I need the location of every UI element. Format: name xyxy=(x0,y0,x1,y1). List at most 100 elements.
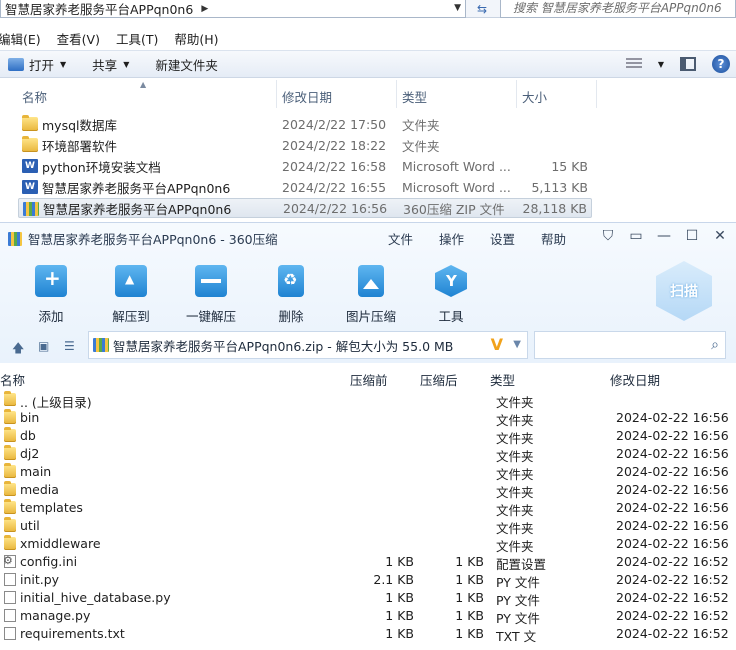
archive-item-size-before: 1 KB xyxy=(385,590,414,605)
file-date: 2024/2/22 17:50 xyxy=(282,116,387,132)
search-input[interactable]: 搜索 智慧居家养老服务平台APPqn0n6 xyxy=(500,0,736,18)
column-type[interactable]: 类型 xyxy=(402,87,427,106)
open-button[interactable]: 打开 ▼ xyxy=(8,55,66,74)
archive-row[interactable]: manage.py 1 KB 1 KB PY 文件 2024-02-22 16:52 xyxy=(0,607,736,626)
extract-to-button[interactable]: 解压到 xyxy=(91,259,171,325)
archive-row[interactable]: util 文件夹 2024-02-22 16:56 xyxy=(0,517,736,536)
one-click-extract-button[interactable]: 一键解压 xyxy=(171,259,251,325)
tools-label: 工具 xyxy=(438,309,464,324)
chevron-down-icon[interactable]: ▼ xyxy=(658,60,664,69)
column-divider[interactable] xyxy=(396,80,397,108)
file-row[interactable]: mysql数据库 2024/2/22 17:50 文件夹 xyxy=(18,114,592,134)
help-icon[interactable]: ? xyxy=(712,55,730,73)
scan-button[interactable]: 扫描 xyxy=(656,261,712,321)
archive-item-size-after: 1 KB xyxy=(455,554,484,569)
column-date[interactable]: 修改日期 xyxy=(282,87,332,106)
breadcrumb-folder[interactable]: 智慧居家养老服务平台APPqn0n6 xyxy=(5,0,193,18)
archive-row[interactable]: .. (上级目录) 文件夹 xyxy=(0,391,736,410)
column-name[interactable]: 名称 xyxy=(22,87,47,106)
menu-view[interactable]: 查看(V) xyxy=(57,29,100,48)
refresh-icon[interactable]: ⇆ xyxy=(470,1,494,17)
file-row[interactable]: W python环境安装文档 2024/2/22 16:58 Microsoft… xyxy=(18,156,592,176)
list-view-icon[interactable]: ☰ xyxy=(64,339,75,353)
image-compress-label: 图片压缩 xyxy=(345,309,396,324)
zip-title: 智慧居家养老服务平台APPqn0n6 - 360压缩 xyxy=(8,229,278,248)
zip-menu-settings[interactable]: 设置 xyxy=(490,229,515,248)
delete-button[interactable]: 删除 xyxy=(251,259,331,325)
recycle-icon xyxy=(278,265,304,297)
feedback-icon[interactable]: ▭ xyxy=(628,228,644,244)
archive-item-date: 2024-02-22 16:52 xyxy=(616,590,729,605)
preview-pane-icon[interactable] xyxy=(680,57,696,71)
archive-item-date: 2024-02-22 16:56 xyxy=(616,536,729,551)
window-controls: ⛉ ▭ — ☐ ✕ xyxy=(600,228,728,244)
vip-icon[interactable]: V xyxy=(491,335,503,354)
chevron-down-icon[interactable]: ▼ xyxy=(513,339,521,350)
column-before[interactable]: 压缩前 xyxy=(350,370,388,389)
archive-item-date: 2024-02-22 16:52 xyxy=(616,572,729,587)
archive-row[interactable]: init.py 2.1 KB 1 KB PY 文件 2024-02-22 16:52 xyxy=(0,571,736,590)
add-label: 添加 xyxy=(38,309,64,324)
up-arrow-icon[interactable]: 🡅 xyxy=(12,339,24,360)
maximize-icon[interactable]: ☐ xyxy=(684,228,700,244)
archive-item-name: dj2 xyxy=(20,446,40,461)
image-compress-button[interactable]: 图片压缩 xyxy=(331,259,411,325)
new-folder-label: 新建文件夹 xyxy=(155,57,218,73)
column-divider[interactable] xyxy=(276,80,277,108)
archive-path-field[interactable]: 智慧居家养老服务平台APPqn0n6.zip - 解包大小为 55.0 MB V… xyxy=(88,331,528,359)
zip-menu-file[interactable]: 文件 xyxy=(388,229,413,248)
column-date[interactable]: 修改日期 xyxy=(610,370,660,389)
chevron-down-icon[interactable]: ▼ xyxy=(454,3,461,13)
menu-tools[interactable]: 工具(T) xyxy=(116,29,158,48)
archive-row[interactable]: bin 文件夹 2024-02-22 16:56 xyxy=(0,409,736,428)
zip-menu-operate[interactable]: 操作 xyxy=(439,229,464,248)
archive-row[interactable]: media 文件夹 2024-02-22 16:56 xyxy=(0,481,736,500)
menu-help[interactable]: 帮助(H) xyxy=(174,29,218,48)
close-icon[interactable]: ✕ xyxy=(712,228,728,244)
archive-row[interactable]: xmiddleware 文件夹 2024-02-22 16:56 xyxy=(0,535,736,554)
file-date: 2024/2/22 16:55 xyxy=(282,179,387,195)
extract-icon xyxy=(115,265,147,297)
zip-search-input[interactable]: ⌕ xyxy=(534,331,726,359)
file-row-selected[interactable]: 智慧居家养老服务平台APPqn0n6 2024/2/22 16:56 360压缩… xyxy=(18,198,592,218)
archive-item-date: 2024-02-22 16:56 xyxy=(616,410,729,425)
file-row[interactable]: 环境部署软件 2024/2/22 18:22 文件夹 xyxy=(18,135,592,155)
breadcrumb[interactable]: 智慧居家养老服务平台APPqn0n6 ▶ ▼ xyxy=(0,0,466,18)
archive-row[interactable]: config.ini1 KB1 KB配置设置2024-02-22 16:52 xyxy=(0,553,736,572)
column-divider[interactable] xyxy=(596,80,597,108)
archive-item-date: 2024-02-22 16:56 xyxy=(616,500,729,515)
add-button[interactable]: 添加 xyxy=(11,259,91,325)
archive-row[interactable]: templates 文件夹 2024-02-22 16:56 xyxy=(0,499,736,518)
archive-row[interactable]: initial_hive_database.py 1 KB 1 KB PY 文件 202… xyxy=(0,589,736,608)
column-type[interactable]: 类型 xyxy=(490,370,515,389)
file-type: Microsoft Word ... xyxy=(402,158,511,174)
archive-item-name: manage.py xyxy=(20,608,91,623)
column-name[interactable]: 名称 xyxy=(0,370,25,389)
archive-item-date: 2024-02-22 16:56 xyxy=(616,464,729,479)
zip-menu-bar: 文件 操作 设置 帮助 xyxy=(388,229,592,248)
skin-icon[interactable]: ⛉ xyxy=(600,228,616,244)
view-options-icon[interactable] xyxy=(625,58,642,70)
sort-up-icon: ▲ xyxy=(140,80,147,89)
archive-item-size-after: 1 KB xyxy=(455,590,484,605)
column-after[interactable]: 压缩后 xyxy=(420,370,458,389)
thumbnail-view-icon[interactable]: ▣ xyxy=(38,339,49,353)
menu-edit[interactable]: 编辑(E) xyxy=(0,29,41,48)
file-row[interactable]: W 智慧居家养老服务平台APPqn0n6 2024/2/22 16:55 Mic… xyxy=(18,177,592,197)
column-divider[interactable] xyxy=(516,80,517,108)
minimize-icon[interactable]: — xyxy=(656,228,672,244)
new-folder-button[interactable]: 新建文件夹 xyxy=(155,55,218,74)
search-icon[interactable]: ⌕ xyxy=(711,337,719,353)
file-type: 文件夹 xyxy=(402,138,440,154)
zip-menu-help[interactable]: 帮助 xyxy=(541,229,566,248)
column-size[interactable]: 大小 xyxy=(522,87,547,106)
chevron-right-icon[interactable]: ▶ xyxy=(201,4,208,14)
archive-row[interactable]: main 文件夹 2024-02-22 16:56 xyxy=(0,463,736,482)
archive-row[interactable]: requirements.txt 1 KB 1 KB TXT 文 2024-02-22 … xyxy=(0,625,736,644)
archive-row[interactable]: db 文件夹 2024-02-22 16:56 xyxy=(0,427,736,446)
word-icon: W xyxy=(22,159,38,173)
share-button[interactable]: 共享 ▼ xyxy=(92,55,129,74)
tools-button[interactable]: 工具 xyxy=(411,259,491,325)
archive-row[interactable]: dj2 文件夹 2024-02-22 16:56 xyxy=(0,445,736,464)
file-name: python环境安装文档 xyxy=(42,159,161,175)
